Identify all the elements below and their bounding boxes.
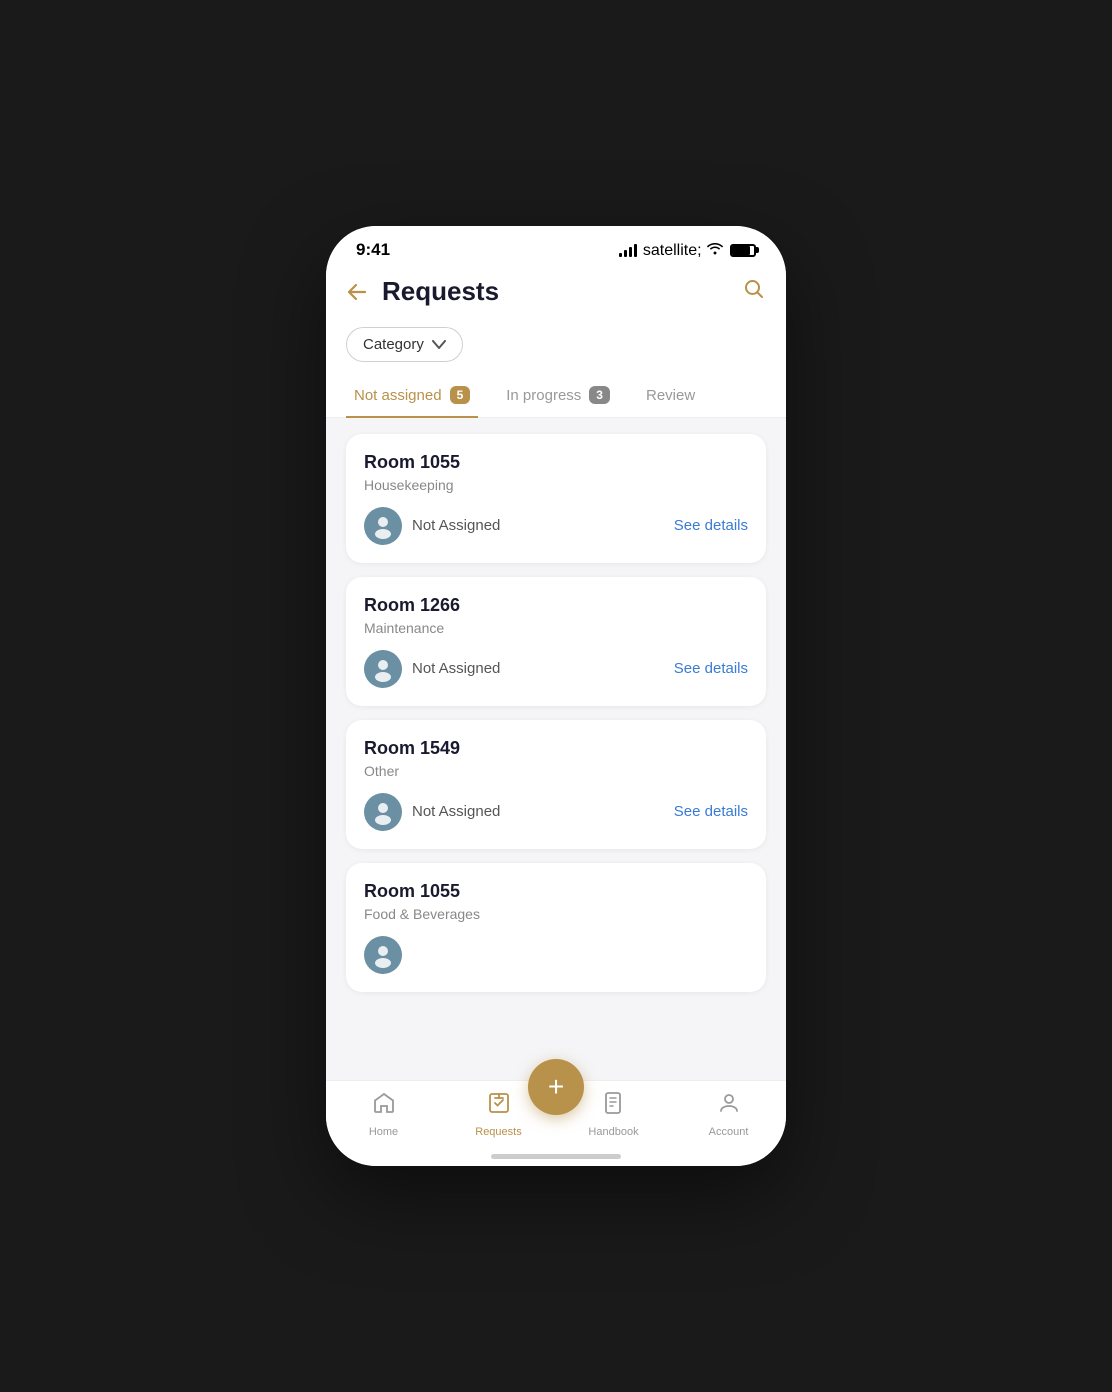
assignee-name-2: Not Assigned: [412, 803, 500, 820]
card-room-2: Room 1549: [364, 738, 748, 759]
search-button[interactable]: [742, 277, 766, 307]
tab-in-progress-badge: 3: [589, 386, 610, 404]
card-footer-2: Not Assigned See details: [364, 793, 748, 831]
header-left: Requests: [346, 276, 499, 307]
content-area: Room 1055 Housekeeping Not Assigned See …: [326, 418, 786, 1081]
avatar-2: [364, 793, 402, 831]
header: Requests: [326, 268, 786, 319]
tabs: Not assigned 5 In progress 3 Review: [326, 374, 786, 418]
nav-home-label: Home: [369, 1126, 398, 1138]
phone-frame: 9:41 satellite;: [326, 226, 786, 1166]
card-room-1: Room 1266: [364, 595, 748, 616]
card-footer-0: Not Assigned See details: [364, 507, 748, 545]
handbook-icon: [602, 1091, 626, 1122]
card-category-3: Food & Beverages: [364, 906, 748, 922]
nav-account-label: Account: [709, 1126, 749, 1138]
assignee-1: Not Assigned: [364, 650, 500, 688]
account-icon: [717, 1091, 741, 1122]
home-icon: [372, 1091, 396, 1122]
card-category-0: Housekeeping: [364, 477, 748, 493]
status-time: 9:41: [356, 240, 390, 260]
filter-bar: Category: [326, 319, 786, 374]
home-indicator: [326, 1146, 786, 1166]
request-card-1: Room 1266 Maintenance Not Assigned See d…: [346, 577, 766, 706]
card-footer-3: [364, 936, 748, 974]
tab-not-assigned[interactable]: Not assigned 5: [346, 374, 478, 418]
request-card-0: Room 1055 Housekeeping Not Assigned See …: [346, 434, 766, 563]
tab-in-progress-label: In progress: [506, 387, 581, 404]
request-card-2: Room 1549 Other Not Assigned See details: [346, 720, 766, 849]
category-label: Category: [363, 336, 424, 353]
card-room-3: Room 1055: [364, 881, 748, 902]
avatar-1: [364, 650, 402, 688]
tab-in-progress[interactable]: In progress 3: [498, 374, 618, 418]
request-card-3: Room 1055 Food & Beverages: [346, 863, 766, 992]
requests-icon: [487, 1091, 511, 1122]
fab-icon: +: [548, 1073, 564, 1101]
category-filter-button[interactable]: Category: [346, 327, 463, 362]
card-category-1: Maintenance: [364, 620, 748, 636]
tab-review[interactable]: Review: [638, 375, 703, 418]
bottom-nav: Home Requests +: [326, 1080, 786, 1146]
assignee-name-0: Not Assigned: [412, 517, 500, 534]
home-indicator-bar: [491, 1154, 621, 1159]
avatar-3: [364, 936, 402, 974]
page-title: Requests: [382, 276, 499, 307]
tab-review-label: Review: [646, 387, 695, 404]
card-room-0: Room 1055: [364, 452, 748, 473]
tab-not-assigned-label: Not assigned: [354, 387, 442, 404]
assignee-0: Not Assigned: [364, 507, 500, 545]
nav-handbook-label: Handbook: [588, 1126, 638, 1138]
nav-home[interactable]: Home: [326, 1091, 441, 1138]
battery-icon: [730, 244, 756, 257]
status-bar: 9:41 satellite;: [326, 226, 786, 268]
status-icons: satellite;: [619, 241, 756, 260]
tab-not-assigned-badge: 5: [450, 386, 471, 404]
card-category-2: Other: [364, 763, 748, 779]
assignee-name-1: Not Assigned: [412, 660, 500, 677]
phone-wrapper: 9:41 satellite;: [316, 216, 796, 1176]
see-details-1[interactable]: See details: [674, 660, 748, 677]
see-details-2[interactable]: See details: [674, 803, 748, 820]
assignee-3: [364, 936, 402, 974]
assignee-2: Not Assigned: [364, 793, 500, 831]
card-footer-1: Not Assigned See details: [364, 650, 748, 688]
signal-icon: [619, 243, 637, 257]
nav-account[interactable]: Account: [671, 1091, 786, 1138]
wifi-icon: satellite;: [643, 241, 724, 260]
nav-requests-label: Requests: [475, 1126, 521, 1138]
fab-button[interactable]: +: [528, 1059, 584, 1115]
see-details-0[interactable]: See details: [674, 517, 748, 534]
back-button[interactable]: [346, 282, 368, 302]
avatar-0: [364, 507, 402, 545]
